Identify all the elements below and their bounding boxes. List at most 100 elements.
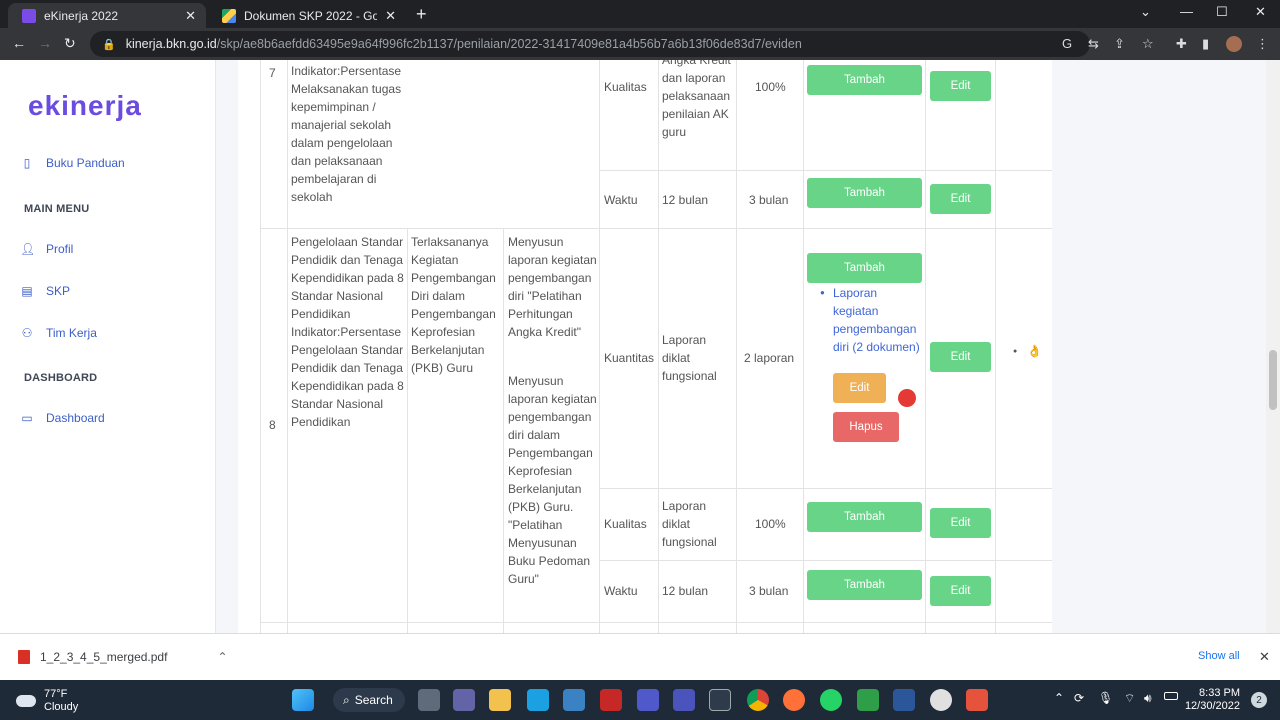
ekinerja-favicon-icon: [22, 8, 36, 23]
table-grid-line: [260, 228, 1052, 229]
chevron-up-icon[interactable]: ⌃: [217, 650, 227, 664]
chrome-icon[interactable]: [747, 689, 769, 711]
google-icon[interactable]: G: [1062, 36, 1072, 51]
tambah-button[interactable]: Tambah: [807, 253, 922, 283]
weather-widget[interactable]: 77°F Cloudy: [16, 688, 78, 714]
ekinerja-logo[interactable]: ekinerja: [28, 90, 142, 122]
task-view-icon[interactable]: [418, 689, 440, 711]
row8-rencana-aksi-1: Menyusun laporan kegiatan pengembangan d…: [508, 235, 597, 339]
sidebar-item-dashboard[interactable]: ▭ Dashboard: [20, 411, 104, 425]
list-bullet-icon: ●: [820, 288, 825, 297]
tambah-button[interactable]: Tambah: [807, 178, 922, 208]
battery-icon[interactable]: [1164, 692, 1178, 700]
recorder-icon[interactable]: [930, 689, 952, 711]
download-item[interactable]: 1_2_3_4_5_merged.pdf ⌃: [18, 650, 228, 664]
hapus-button[interactable]: Hapus: [833, 412, 899, 442]
profile-avatar[interactable]: [1226, 36, 1242, 52]
taskbar-search[interactable]: ⌕ Search: [333, 688, 405, 712]
table-grid-line: [658, 60, 659, 633]
row7-number: 7: [269, 66, 276, 80]
windows-start-icon[interactable]: [292, 689, 314, 711]
camtasia-icon[interactable]: [857, 689, 879, 711]
taskbar-clock[interactable]: 8:33 PM 12/30/2022: [1185, 687, 1240, 713]
page-content: ekinerja ▯ Buku Panduan MAIN MENU 👤︎ Pro…: [0, 60, 1280, 633]
forward-icon[interactable]: →: [38, 35, 52, 51]
word-icon[interactable]: [893, 689, 915, 711]
cloud-icon: [16, 695, 36, 707]
dashboard-heading: DASHBOARD: [24, 372, 98, 384]
firefox-icon[interactable]: [783, 689, 805, 711]
cursor-highlight: [898, 389, 916, 407]
edit-eviden-button[interactable]: Edit: [833, 373, 886, 403]
file-explorer-icon[interactable]: [489, 689, 511, 711]
whatsapp-icon[interactable]: [820, 689, 842, 711]
reload-icon[interactable]: ↻: [64, 35, 76, 52]
pdf-file-icon: [18, 650, 30, 664]
wifi-icon[interactable]: ⌔: [1124, 691, 1135, 706]
edit-button[interactable]: Edit: [930, 71, 991, 101]
chat-icon[interactable]: [453, 689, 475, 711]
row7-waktu-aspek: Waktu: [604, 193, 638, 207]
close-icon[interactable]: ✕: [185, 8, 196, 24]
window-close-icon[interactable]: ✕: [1255, 4, 1266, 20]
table-grid-line: [260, 60, 261, 633]
browser-tab-strip: eKinerja 2022 ✕ Dokumen SKP 2022 - Googl…: [0, 0, 1280, 28]
minimize-icon[interactable]: —: [1180, 4, 1193, 19]
tab-ekinerja[interactable]: eKinerja 2022 ✕: [8, 3, 206, 28]
share-icon[interactable]: ⇪: [1114, 36, 1125, 52]
row8-rhk: Terlaksananya Kegiatan Pengembangan Diri…: [411, 235, 496, 375]
mcafee-icon[interactable]: [600, 689, 622, 711]
tambah-button[interactable]: Tambah: [807, 570, 922, 600]
row8-kualitas-indikator: Laporan diklat fungsional: [662, 499, 717, 549]
tab-google-drive[interactable]: Dokumen SKP 2022 - Google Dri ✕: [208, 3, 406, 28]
tab-search-chevron-icon[interactable]: ⌄: [1140, 4, 1151, 20]
show-all-link[interactable]: Show all: [1198, 650, 1240, 662]
teams-icon[interactable]: [637, 689, 659, 711]
translate-icon[interactable]: ⇆: [1088, 36, 1099, 52]
scrollbar-thumb[interactable]: [1269, 350, 1277, 410]
sidebar-item-profil[interactable]: 👤︎ Profil: [20, 242, 73, 256]
sidebar-item-tim-kerja[interactable]: ⚇ Tim Kerja: [20, 326, 97, 340]
document-icon: ▤: [21, 284, 33, 298]
app-icon[interactable]: [709, 689, 731, 711]
list-bullet-icon: ●: [1013, 348, 1018, 355]
eviden-document-link[interactable]: Laporan kegiatan pengembangan diri (2 do…: [833, 284, 923, 356]
sidebar-item-buku-panduan[interactable]: ▯ Buku Panduan: [20, 156, 125, 170]
new-tab-icon[interactable]: +: [416, 4, 427, 25]
close-icon[interactable]: ✕: [1259, 649, 1270, 665]
tambah-button[interactable]: Tambah: [807, 65, 922, 95]
teams-work-icon[interactable]: [673, 689, 695, 711]
edge-icon[interactable]: [527, 689, 549, 711]
side-panel-icon[interactable]: ▮: [1202, 36, 1209, 52]
maximize-icon[interactable]: ☐: [1216, 4, 1228, 20]
row8-waktu-target: 3 bulan: [749, 584, 789, 598]
table-grid-line: [599, 170, 1052, 171]
row7-indikator: Indikator:Persentase Melaksanakan tugas …: [291, 64, 402, 204]
screen-capture-icon[interactable]: [966, 689, 988, 711]
edit-button[interactable]: Edit: [930, 508, 991, 538]
monitor-icon: ▭: [21, 411, 33, 425]
notification-badge[interactable]: 2: [1251, 692, 1267, 708]
lock-icon: 🔒: [102, 38, 116, 51]
back-icon[interactable]: ←: [12, 35, 26, 51]
close-icon[interactable]: ✕: [385, 8, 396, 24]
row8-kualitas-aspek: Kualitas: [604, 517, 647, 531]
edit-button[interactable]: Edit: [930, 576, 991, 606]
extensions-icon[interactable]: ✚: [1176, 36, 1187, 52]
menu-kebab-icon[interactable]: ⋮: [1256, 36, 1269, 52]
row7-waktu-indikator: 12 bulan: [662, 193, 709, 207]
tambah-button[interactable]: Tambah: [807, 502, 922, 532]
row8-number: 8: [269, 418, 276, 432]
volume-icon[interactable]: 🔊︎: [1144, 691, 1152, 706]
bookmark-star-icon[interactable]: ☆: [1142, 36, 1154, 52]
row8-rencana-aksi-2: Menyusun laporan kegiatan pengembangan d…: [508, 374, 597, 586]
address-bar[interactable]: 🔒 kinerja.bkn.go.id/skp/ae8b6aefdd63495e…: [90, 31, 1090, 57]
chevron-up-icon[interactable]: ⌃: [1054, 691, 1064, 705]
microphone-icon[interactable]: 🎙︎: [1098, 691, 1113, 705]
store-icon[interactable]: [563, 689, 585, 711]
page-scrollbar[interactable]: [1266, 60, 1280, 633]
edit-button[interactable]: Edit: [930, 342, 991, 372]
sidebar-item-skp[interactable]: ▤ SKP: [20, 284, 70, 298]
edit-button[interactable]: Edit: [930, 184, 991, 214]
sync-icon[interactable]: ⟳: [1074, 691, 1084, 705]
